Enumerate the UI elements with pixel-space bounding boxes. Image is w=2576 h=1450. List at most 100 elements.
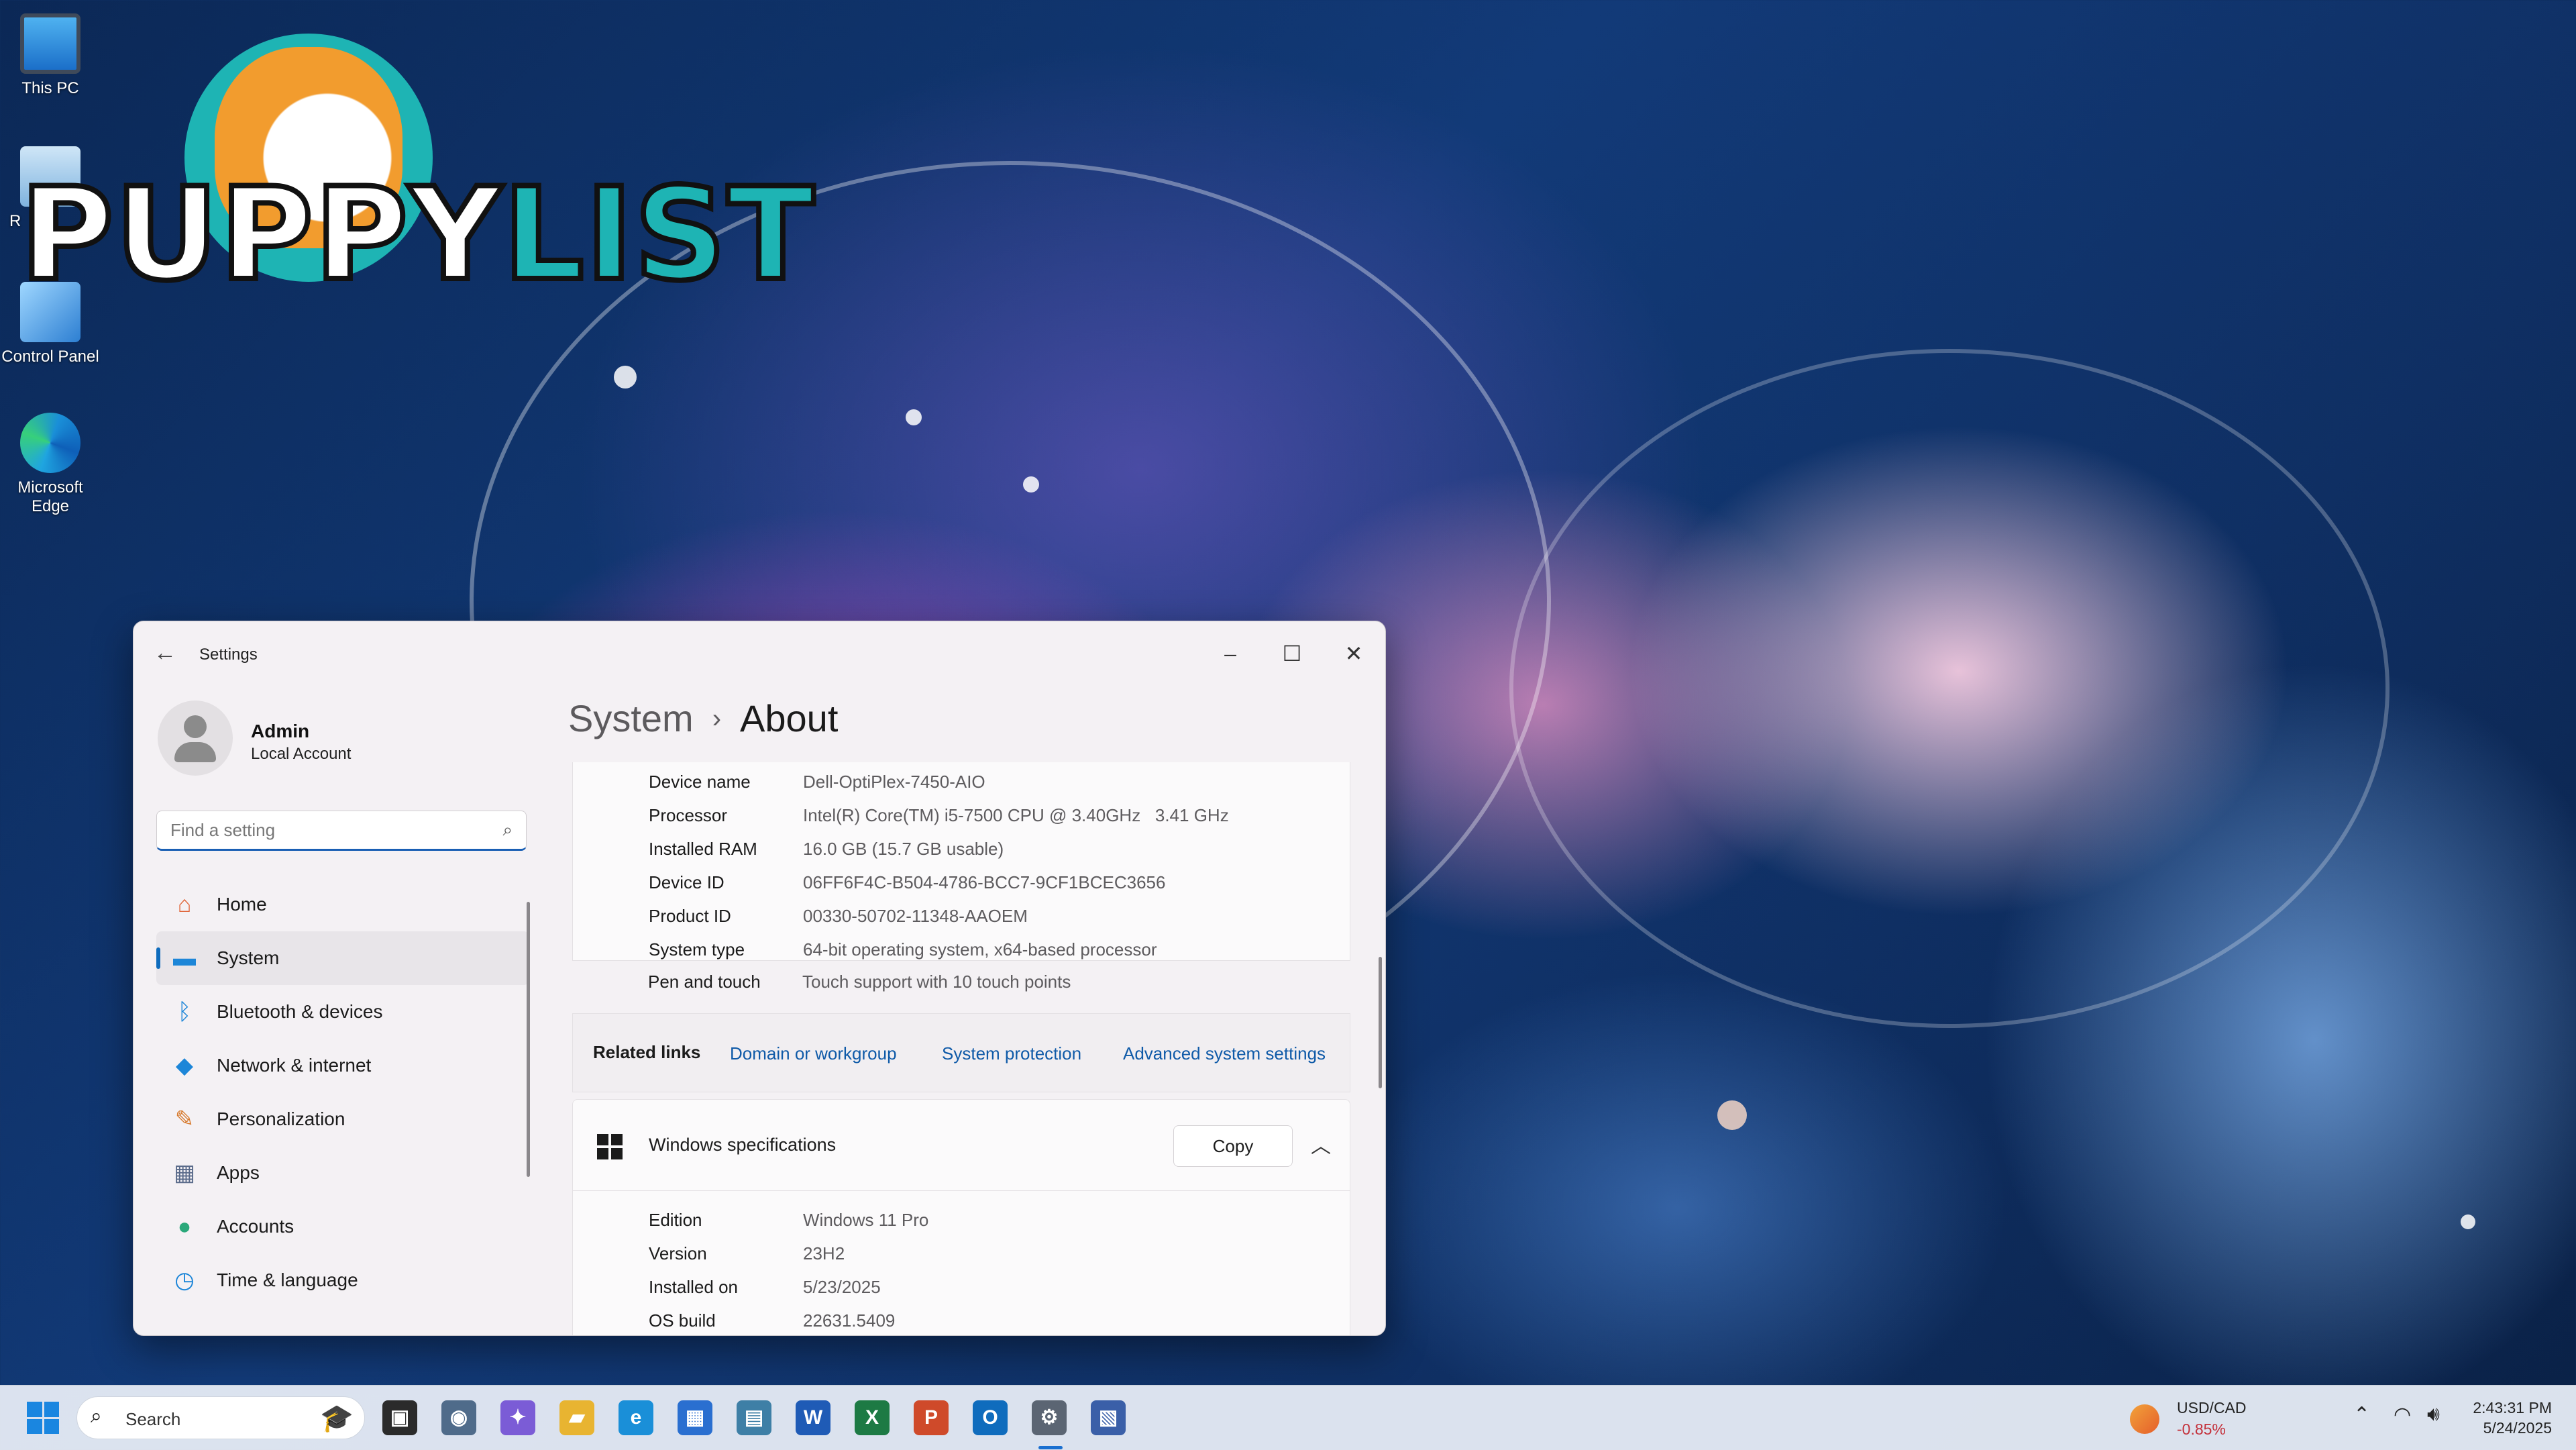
wallpaper-ring: [1509, 349, 2390, 1028]
taskbar-search[interactable]: ⌕ Search 🎓: [76, 1396, 365, 1439]
copy-button[interactable]: Copy: [1173, 1125, 1293, 1167]
wifi-icon: ◆: [175, 1053, 194, 1078]
nav-item-system[interactable]: ▬ System: [156, 931, 529, 985]
nav-item-label: Apps: [217, 1162, 260, 1183]
spec-row: Device ID 06FF6F4C-B504-4786-BCC7-9CF1BCE…: [649, 872, 1166, 892]
task-view-taskbar-icon[interactable]: ▣: [382, 1400, 417, 1435]
minimize-button[interactable]: –: [1200, 635, 1260, 672]
nav-item-label: Home: [217, 894, 267, 915]
page-title: About: [740, 697, 839, 739]
windows-specs-header[interactable]: Windows specifications Copy ︿: [572, 1099, 1350, 1190]
close-button[interactable]: ✕: [1324, 635, 1384, 672]
wallpaper-sparkle: [614, 366, 637, 389]
link-domain-workgroup[interactable]: Domain or workgroup: [730, 1043, 897, 1064]
nav-item-time-language[interactable]: ◷ Time & language: [156, 1253, 529, 1307]
nav-item-apps[interactable]: ▦ Apps: [156, 1146, 529, 1200]
graduation-cap-icon: 🎓: [320, 1404, 354, 1433]
show-hidden-icons-button[interactable]: ⌃: [2353, 1403, 2370, 1427]
related-links-card: Related links Domain or workgroup System…: [572, 1013, 1350, 1092]
related-links-label: Related links: [593, 1042, 701, 1062]
bluetooth-icon: ᛒ: [177, 999, 192, 1025]
spec-row: Installed RAM 16.0 GB (15.7 GB usable): [649, 839, 1004, 859]
chevron-up-icon[interactable]: ︿: [1311, 1129, 1331, 1159]
search-input[interactable]: [169, 819, 480, 841]
nav-item-label: Network & internet: [217, 1055, 372, 1076]
spec-row: OS build 22631.5409: [649, 1310, 896, 1331]
back-arrow-icon[interactable]: ←: [154, 640, 176, 666]
edge-taskbar-icon[interactable]: e: [619, 1400, 653, 1435]
volume-icon[interactable]: 🔊︎: [2427, 1403, 2440, 1426]
nav-scrollbar[interactable]: [527, 902, 530, 1177]
wallpaper-sparkle: [1023, 476, 1039, 493]
apps-icon: ▦: [173, 1160, 196, 1186]
store-taskbar-icon[interactable]: ▦: [678, 1400, 712, 1435]
copilot-taskbar-icon[interactable]: ✦: [500, 1400, 535, 1435]
windows-specs-title: Windows specifications: [649, 1135, 837, 1155]
nav-item-label: System: [217, 947, 280, 968]
settings-window: ← Settings – ☐ ✕ Admin Local Account ⌕ ⌂…: [133, 621, 1386, 1336]
breadcrumb-parent[interactable]: System: [568, 697, 694, 739]
nav-item-label: Personalization: [217, 1108, 345, 1129]
nav-item-personalization[interactable]: ✎ Personalization: [156, 1092, 529, 1146]
settings-nav: ⌂ Home ▬ System ᛒ Bluetooth & devices ◆ …: [156, 878, 529, 1307]
outlook-taskbar-icon[interactable]: O: [973, 1400, 1008, 1435]
nav-item-home[interactable]: ⌂ Home: [156, 878, 529, 931]
wifi-icon[interactable]: ◠: [2394, 1403, 2411, 1427]
clock-time: 2:43:31 PM: [2473, 1399, 2552, 1416]
desktop-icon-label: Microsoft Edge: [17, 478, 83, 515]
maximize-button[interactable]: ☐: [1262, 635, 1322, 672]
nav-item-accounts[interactable]: ● Accounts: [156, 1200, 529, 1253]
word-taskbar-icon[interactable]: W: [796, 1400, 830, 1435]
link-system-protection[interactable]: System protection: [942, 1043, 1081, 1064]
excel-taskbar-icon[interactable]: X: [855, 1400, 890, 1435]
desktop-icon-label: Control Panel: [1, 348, 99, 366]
nav-item-label: Accounts: [217, 1216, 294, 1237]
nav-item-network[interactable]: ◆ Network & internet: [156, 1039, 529, 1092]
spec-row: Installed on 5/23/2025: [649, 1277, 881, 1297]
camera-taskbar-icon[interactable]: ◉: [441, 1400, 476, 1435]
start-button[interactable]: [27, 1402, 59, 1434]
settings-taskbar-icon[interactable]: ⚙: [1032, 1400, 1067, 1435]
wallpaper-sparkle: [1717, 1100, 1747, 1130]
file-explorer-taskbar-icon[interactable]: ▰: [559, 1400, 594, 1435]
person-icon: ●: [177, 1214, 192, 1239]
taskbar: ⌕ Search 🎓 ▣ ◉ ✦ ▰ e ▦ ▤ W X P O ⚙ ▧ USD/CAD -0.85% …: [0, 1385, 2576, 1450]
spec-row: Version 23H2: [649, 1243, 845, 1263]
wallpaper-sparkle: [906, 409, 922, 425]
desktop-icon-microsoft-edge[interactable]: Microsoft Edge: [0, 413, 101, 516]
device-specs-card: Device name Dell-OptiPlex-7450-AIO Proces…: [572, 762, 1350, 961]
user-profile[interactable]: [158, 701, 233, 776]
wallpaper-sparkle: [2461, 1214, 2475, 1229]
system-info-taskbar-icon[interactable]: ▧: [1091, 1400, 1126, 1435]
nav-item-label: Time & language: [217, 1270, 358, 1290]
nav-item-bluetooth[interactable]: ᛒ Bluetooth & devices: [156, 985, 529, 1039]
ticker-pair: USD/CAD: [2177, 1399, 2247, 1416]
windows-specs-body: Edition Windows 11 Pro Version 23H2 Instal…: [572, 1190, 1350, 1335]
search-icon: ⌕: [91, 1405, 102, 1427]
taskbar-search-label: Search: [125, 1409, 181, 1429]
windows-logo-icon: [597, 1134, 623, 1159]
settings-search[interactable]: ⌕: [156, 811, 527, 851]
home-icon: ⌂: [177, 892, 192, 917]
avatar: [158, 701, 233, 776]
clock-date: 5/24/2025: [2483, 1419, 2552, 1437]
spec-row: Processor Intel(R) Core(TM) i5-7500 CPU @…: [649, 805, 1229, 825]
link-advanced-system-settings[interactable]: Advanced system settings: [1123, 1043, 1326, 1064]
clock[interactable]: 2:43:31 PM 5/24/2025: [2473, 1398, 2552, 1438]
title-bar: ← Settings – ☐ ✕: [133, 621, 1385, 686]
window-title: Settings: [199, 645, 258, 664]
brush-icon: ✎: [174, 1106, 195, 1132]
puppylist-logo: PUPPYLIST: [13, 27, 817, 301]
powerpoint-taskbar-icon[interactable]: P: [914, 1400, 949, 1435]
spec-row: Edition Windows 11 Pro: [649, 1210, 929, 1230]
nav-item-label: Bluetooth & devices: [217, 1001, 383, 1022]
breadcrumb: System › About: [568, 696, 838, 740]
search-icon: ⌕: [502, 819, 513, 839]
logo-wordmark: PUPPYLIST: [17, 160, 817, 309]
spec-row: Product ID 00330-50702-11348-AAOEM: [649, 906, 1028, 926]
user-name: Admin: [251, 721, 310, 741]
breadcrumb-separator: ›: [712, 704, 722, 733]
system-icon: ▬: [173, 945, 196, 971]
remote-taskbar-icon[interactable]: ▤: [737, 1400, 771, 1435]
content-scrollbar[interactable]: [1379, 957, 1382, 1088]
